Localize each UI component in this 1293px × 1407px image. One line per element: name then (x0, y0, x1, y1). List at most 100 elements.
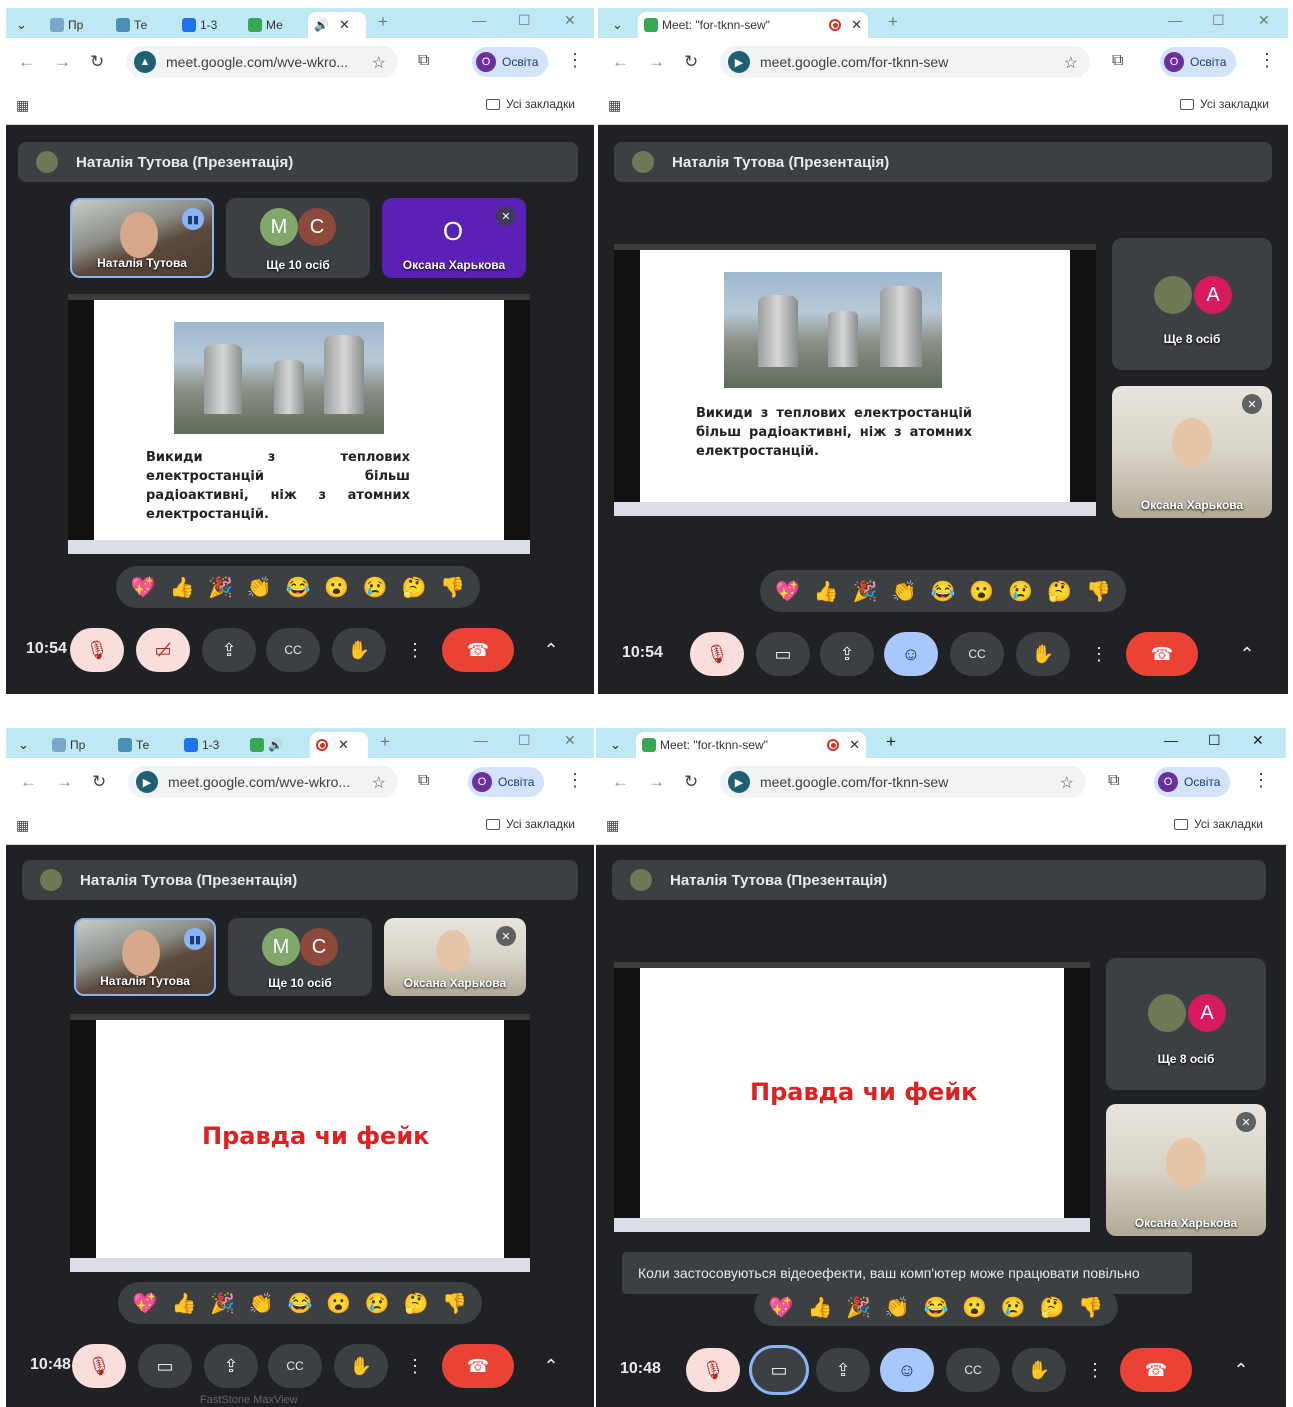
apps-grid-icon[interactable]: ▦ (606, 817, 619, 834)
minimize-button[interactable]: — (472, 12, 486, 28)
apps-grid-icon[interactable]: ▦ (608, 97, 621, 114)
expand-chevron-icon[interactable]: ⌃ (1232, 632, 1262, 676)
back-icon[interactable]: ← (18, 52, 35, 72)
reaction-heart[interactable]: 💖 (769, 1295, 794, 1320)
bookmark-star-icon[interactable]: ☆ (1064, 53, 1078, 73)
bookmark-star-icon[interactable]: ☆ (1060, 773, 1074, 793)
mic-off-button[interactable]: 🎙︎ (690, 632, 744, 676)
all-bookmarks-button[interactable]: Усі закладки (1180, 97, 1269, 111)
tab-2[interactable]: Те (112, 732, 170, 758)
forward-icon[interactable]: → (54, 52, 71, 72)
effects-button[interactable]: ☺ (880, 1348, 934, 1392)
profile-chip[interactable]: O Освіта (1154, 767, 1231, 797)
address-bar[interactable]: ▶ meet.google.com/for-tknn-sew ☆ (720, 766, 1086, 798)
mic-off-button[interactable]: 🎙︎ (70, 628, 124, 672)
profile-chip[interactable]: O Освіта (468, 767, 545, 797)
participant-tile-others[interactable]: М С Ще 10 осіб (226, 198, 370, 278)
bookmark-star-icon[interactable]: ☆ (372, 53, 386, 73)
reaction-sad[interactable]: 😢 (1001, 1295, 1026, 1320)
new-tab-button[interactable]: + (380, 732, 390, 752)
profile-chip[interactable]: O Освіта (472, 47, 549, 77)
raise-hand-button[interactable]: ✋ (1016, 632, 1070, 676)
extensions-icon[interactable]: ⧉ (1108, 772, 1119, 790)
participant-tile-others[interactable]: А Ще 8 осіб (1106, 958, 1266, 1090)
back-icon[interactable]: ← (612, 52, 629, 72)
reaction-thumbs-down[interactable]: 👎 (442, 1291, 467, 1316)
tab-2[interactable]: Те (110, 12, 168, 38)
all-bookmarks-button[interactable]: Усі закладки (486, 817, 575, 831)
tab-active[interactable]: Meet: "for-tknn-sew" ✕ (636, 732, 866, 758)
all-bookmarks-button[interactable]: Усі закладки (1174, 817, 1263, 831)
maximize-button[interactable]: ☐ (518, 732, 531, 749)
reaction-thinking[interactable]: 🤔 (1047, 579, 1072, 604)
raise-hand-button[interactable]: ✋ (1012, 1348, 1066, 1392)
present-button[interactable]: ⇪ (202, 628, 256, 672)
close-window-button[interactable]: ✕ (1258, 12, 1270, 29)
expand-chevron-icon[interactable]: ⌃ (536, 1344, 566, 1388)
reaction-laugh[interactable]: 😂 (288, 1291, 313, 1316)
close-window-button[interactable]: ✕ (564, 12, 576, 29)
reaction-thinking[interactable]: 🤔 (403, 1291, 428, 1316)
reaction-laugh[interactable]: 😂 (286, 575, 311, 600)
participant-tile-oksana[interactable]: ✕ Оксана Харькова (1106, 1104, 1266, 1236)
browser-menu-icon[interactable]: ⋮ (1258, 50, 1276, 71)
leave-call-button[interactable]: ☎ (1126, 632, 1198, 676)
reload-icon[interactable]: ↻ (684, 52, 698, 72)
reaction-heart[interactable]: 💖 (133, 1291, 158, 1316)
reaction-sad[interactable]: 😢 (1008, 579, 1033, 604)
tab-active[interactable]: 🔊 ✕ (308, 12, 366, 38)
participant-tile-oksana[interactable]: ✕ Оксана Харькова (1112, 386, 1272, 518)
new-tab-button[interactable]: + (888, 12, 898, 32)
all-bookmarks-button[interactable]: Усі закладки (486, 97, 575, 111)
more-options-button[interactable]: ⋮ (1080, 1348, 1110, 1392)
expand-chevron-icon[interactable]: ⌃ (536, 628, 566, 672)
reaction-party[interactable]: 🎉 (846, 1295, 871, 1320)
reaction-thumbs-down[interactable]: 👎 (1086, 579, 1111, 604)
tab-1[interactable]: Пр (44, 12, 102, 38)
leave-call-button[interactable]: ☎ (442, 1344, 514, 1388)
close-tab-icon[interactable]: ✕ (849, 737, 860, 753)
tab-4[interactable]: Ме (242, 12, 302, 38)
reaction-surprised[interactable]: 😮 (324, 575, 349, 600)
close-window-button[interactable]: ✕ (1252, 732, 1264, 749)
profile-chip[interactable]: O Освіта (1160, 47, 1237, 77)
site-info-icon[interactable]: ▲ (134, 51, 156, 73)
forward-icon[interactable]: → (648, 772, 665, 792)
reaction-thumbs-up[interactable]: 👍 (172, 1291, 197, 1316)
reaction-thumbs-down[interactable]: 👎 (440, 575, 465, 600)
apps-grid-icon[interactable]: ▦ (16, 97, 29, 114)
reaction-thinking[interactable]: 🤔 (1039, 1295, 1064, 1320)
bookmark-star-icon[interactable]: ☆ (372, 773, 386, 793)
more-options-button[interactable]: ⋮ (1084, 632, 1114, 676)
effects-button[interactable]: ☺ (884, 632, 938, 676)
participant-tile-self[interactable]: ▮▮ Наталія Тутова (70, 198, 214, 278)
reaction-clap[interactable]: 👏 (249, 1291, 274, 1316)
raise-hand-button[interactable]: ✋ (334, 1344, 388, 1388)
mic-off-button[interactable]: 🎙︎ (686, 1348, 740, 1392)
address-bar[interactable]: ▶ meet.google.com/for-tknn-sew ☆ (720, 46, 1090, 78)
reload-icon[interactable]: ↻ (92, 772, 106, 792)
maximize-button[interactable]: ☐ (1212, 12, 1225, 29)
new-tab-button[interactable]: + (378, 12, 388, 32)
tab-search-button[interactable]: ⌄ (606, 12, 629, 38)
leave-call-button[interactable]: ☎ (1120, 1348, 1192, 1392)
back-icon[interactable]: ← (20, 772, 37, 792)
site-info-icon[interactable]: ▶ (728, 51, 750, 73)
participant-tile-oksana[interactable]: ✕ Оксана Харькова (384, 918, 526, 996)
tab-4[interactable]: 🔊 (244, 732, 304, 758)
extensions-icon[interactable]: ⧉ (418, 772, 429, 790)
reaction-thumbs-down[interactable]: 👎 (1078, 1295, 1103, 1320)
participant-tile-others[interactable]: М С Ще 10 осіб (228, 918, 372, 996)
browser-menu-icon[interactable]: ⋮ (566, 50, 584, 71)
reaction-surprised[interactable]: 😮 (326, 1291, 351, 1316)
leave-call-button[interactable]: ☎ (442, 628, 514, 672)
address-bar[interactable]: ▶ meet.google.com/wve-wkro... ☆ (128, 766, 398, 798)
present-button[interactable]: ⇪ (204, 1344, 258, 1388)
tab-3[interactable]: 1-3 (176, 12, 236, 38)
participant-tile-others[interactable]: А Ще 8 осіб (1112, 238, 1272, 370)
apps-grid-icon[interactable]: ▦ (16, 817, 29, 834)
tab-search-button[interactable]: ⌄ (604, 732, 627, 758)
maximize-button[interactable]: ☐ (518, 12, 531, 29)
more-options-button[interactable]: ⋮ (400, 1344, 430, 1388)
present-button[interactable]: ⇪ (820, 632, 874, 676)
